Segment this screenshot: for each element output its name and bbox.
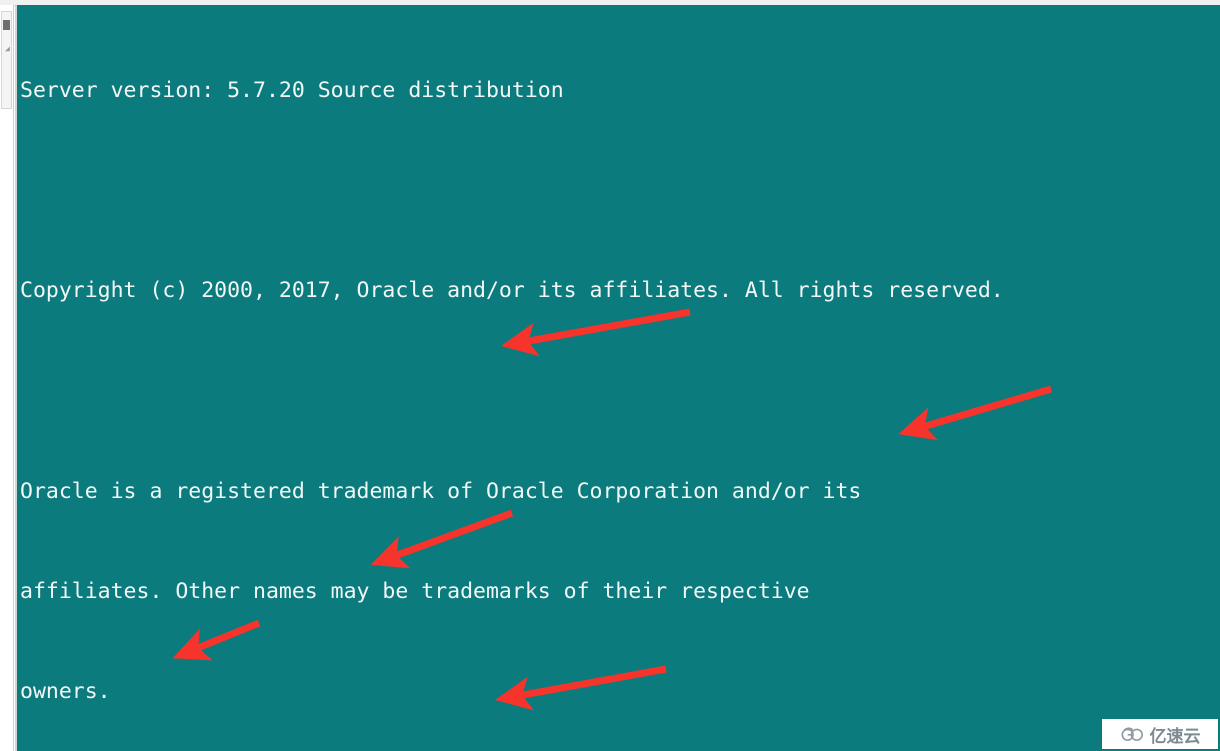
- window-left-gutter: ◢: [0, 5, 14, 751]
- terminal-line: owners.: [20, 679, 111, 705]
- terminal-line: Copyright (c) 2000, 2017, Oracle and/or …: [20, 278, 1004, 304]
- scrollbar-resize-icon: ◢: [5, 44, 10, 53]
- terminal-output-pane[interactable]: Server version: 5.7.20 Source distributi…: [15, 5, 1220, 751]
- terminal-line-list: Server version: 5.7.20 Source distributi…: [20, 7, 1220, 751]
- watermark: 亿速云: [1102, 719, 1218, 749]
- vertical-scrollbar-track[interactable]: ◢: [1, 11, 12, 109]
- terminal-line: Oracle is a registered trademark of Orac…: [20, 478, 862, 504]
- screenshot-root: ◢ Server version: 5.7.20 Source distribu…: [0, 0, 1220, 751]
- vertical-scrollbar-thumb[interactable]: [3, 20, 10, 30]
- cloud-icon: [1120, 727, 1143, 741]
- watermark-text: 亿速云: [1149, 726, 1201, 747]
- terminal-line: Server version: 5.7.20 Source distributi…: [20, 77, 564, 103]
- terminal-line: affiliates. Other names may be trademark…: [20, 578, 810, 604]
